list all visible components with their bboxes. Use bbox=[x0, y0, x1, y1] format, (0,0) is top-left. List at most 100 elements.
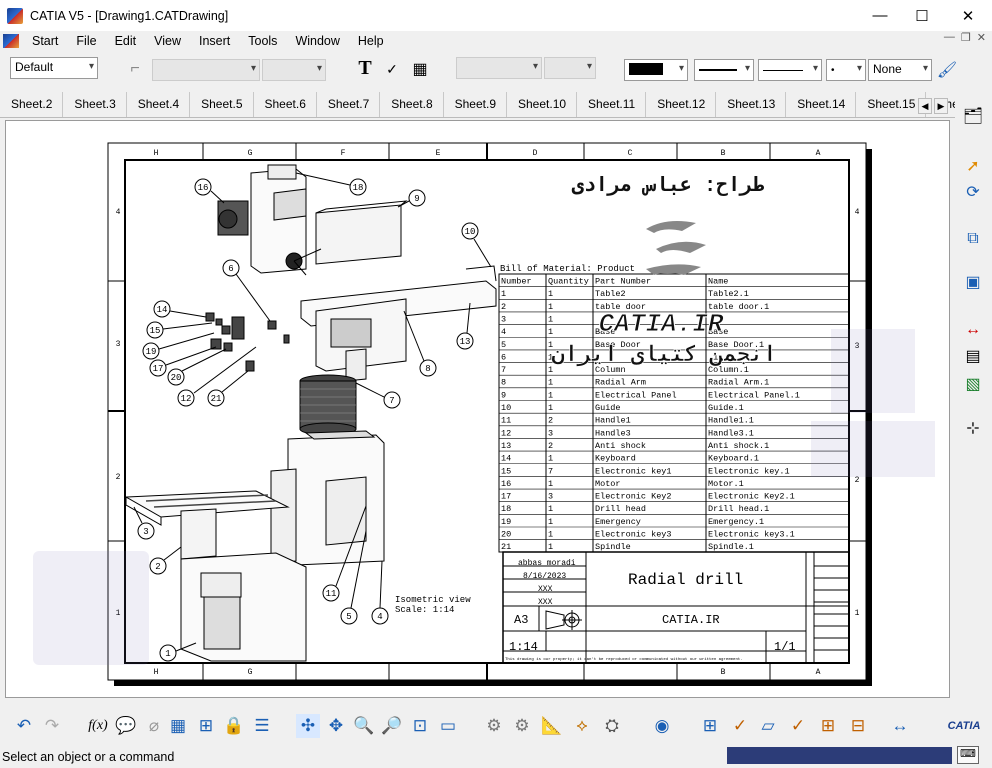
swap-icon[interactable]: ◉ bbox=[650, 714, 674, 738]
bom-cell: 13 bbox=[501, 441, 511, 451]
font-name-combo[interactable]: ▾ bbox=[152, 59, 260, 81]
tab-sheet-15[interactable]: Sheet.15 bbox=[856, 92, 927, 117]
text-properties-icon[interactable]: ✓ bbox=[381, 58, 403, 80]
tab-sheet-4[interactable]: Sheet.4 bbox=[127, 92, 191, 117]
tab-sheet-14[interactable]: Sheet.14 bbox=[786, 92, 857, 117]
style-combo[interactable]: Default ▾ bbox=[10, 57, 98, 79]
table-grid-icon[interactable]: ▦ bbox=[409, 58, 431, 80]
text-icon[interactable]: T bbox=[354, 57, 376, 79]
mdi-close-icon[interactable]: ✕ bbox=[977, 31, 986, 44]
document-icon[interactable] bbox=[3, 34, 19, 48]
minimize-button[interactable]: — bbox=[857, 0, 903, 31]
dimension-settings-icon[interactable]: ⚙ bbox=[482, 714, 506, 738]
dimension-system-icon[interactable]: ⊞ bbox=[816, 714, 840, 738]
fit-all-icon[interactable]: ✣ bbox=[296, 714, 320, 738]
zoom-area-icon[interactable]: ⊡ bbox=[408, 714, 432, 738]
tab-sheet-2[interactable]: Sheet.2 bbox=[0, 92, 64, 117]
grid-icon[interactable]: ⊞ bbox=[698, 714, 722, 738]
constraint-icon[interactable]: ✓ bbox=[786, 714, 810, 738]
pattern-combo[interactable]: None ▾ bbox=[868, 59, 932, 81]
measure-icon[interactable]: ⌀ bbox=[142, 714, 166, 738]
tab-sheet-3[interactable]: Sheet.3 bbox=[63, 92, 127, 117]
color-combo[interactable]: ▾ bbox=[624, 59, 688, 81]
update-icon[interactable]: ⟳ bbox=[961, 180, 985, 204]
tb-checked: XXX bbox=[538, 585, 553, 594]
border-label-bottom-a: A bbox=[816, 668, 821, 677]
dress-up-icon[interactable]: ▧ bbox=[961, 372, 985, 396]
menu-insert[interactable]: Insert bbox=[190, 34, 239, 48]
menu-start[interactable]: Start bbox=[23, 34, 67, 48]
tab-sheet-8[interactable]: Sheet.8 bbox=[380, 92, 444, 117]
format-painter-icon[interactable]: 🖌 bbox=[936, 59, 958, 81]
bom-cell: 17 bbox=[501, 492, 511, 502]
tab-sheet-13[interactable]: Sheet.13 bbox=[716, 92, 787, 117]
snap-icon[interactable]: ✓ bbox=[728, 714, 752, 738]
bom-cell: Radial Arm bbox=[595, 378, 646, 388]
zoom-out-icon[interactable]: 🔎 bbox=[380, 714, 404, 738]
pan-icon[interactable]: ✥ bbox=[324, 714, 348, 738]
product-icon[interactable]: ⛭ bbox=[600, 714, 624, 738]
power-input-icon[interactable]: ⌨ bbox=[957, 746, 979, 764]
tab-sheet-10[interactable]: Sheet.10 bbox=[507, 92, 578, 117]
point-style-combo[interactable]: • ▾ bbox=[826, 59, 866, 81]
list-icon[interactable]: ☰ bbox=[250, 714, 274, 738]
tab-sheet-9[interactable]: Sheet.9 bbox=[444, 92, 507, 117]
font-size-combo[interactable]: ▾ bbox=[262, 59, 326, 81]
new-sheet-icon[interactable]: ▣ bbox=[961, 270, 985, 294]
axis-system-icon[interactable]: ⊹ bbox=[961, 416, 985, 440]
svg-text:16: 16 bbox=[198, 183, 209, 193]
bom-cell: Handle1 bbox=[595, 416, 631, 426]
catia-app-icon[interactable] bbox=[7, 7, 23, 24]
thickness-combo[interactable]: ▾ bbox=[758, 59, 822, 81]
table-icon[interactable]: ▦ bbox=[166, 714, 190, 738]
zoom-in-icon[interactable]: 🔍 bbox=[352, 714, 376, 738]
redo-icon[interactable]: ↷ bbox=[40, 714, 64, 738]
dimension-icon[interactable]: ↔ bbox=[961, 318, 985, 342]
undo-icon[interactable]: ↶ bbox=[12, 714, 36, 738]
normal-view-icon[interactable]: ▭ bbox=[436, 714, 460, 738]
close-button[interactable]: ✕ bbox=[945, 0, 991, 31]
menu-view[interactable]: View bbox=[145, 34, 190, 48]
tree-icon[interactable]: ⊞ bbox=[194, 714, 218, 738]
command-input[interactable] bbox=[727, 747, 952, 764]
menu-help[interactable]: Help bbox=[349, 34, 393, 48]
bom-cell: Guide.1 bbox=[708, 403, 744, 413]
menu-edit[interactable]: Edit bbox=[106, 34, 146, 48]
tb-sheet: 1/1 bbox=[774, 640, 796, 654]
menu-window[interactable]: Window bbox=[286, 34, 348, 48]
tab-sheet-6[interactable]: Sheet.6 bbox=[254, 92, 317, 117]
drawing-canvas[interactable]: H G F E D C B A H G B A 4 3 2 1 4 3 2 1 bbox=[5, 120, 950, 698]
ruler-icon[interactable]: 📐 bbox=[540, 714, 564, 738]
construction-icon[interactable]: ▱ bbox=[756, 714, 780, 738]
tab-sheet-12[interactable]: Sheet.12 bbox=[646, 92, 717, 117]
lock-icon[interactable]: 🔒 bbox=[222, 714, 246, 738]
frame-combo[interactable]: ▾ bbox=[544, 57, 596, 79]
select-arrow-icon[interactable]: ➚ bbox=[961, 154, 985, 178]
tab-scroll-right-icon[interactable]: ▶ bbox=[934, 98, 948, 114]
linetype-combo[interactable]: ▾ bbox=[694, 59, 754, 81]
tab-scroll-left-icon[interactable]: ◀ bbox=[918, 98, 932, 114]
bom-cell: 1 bbox=[548, 302, 553, 312]
analysis-display-icon[interactable]: ⊟ bbox=[846, 714, 870, 738]
maximize-button[interactable]: ☐ bbox=[899, 0, 945, 31]
comment-icon[interactable]: 💬 bbox=[114, 714, 138, 738]
formula-icon[interactable]: f(x) bbox=[86, 714, 110, 738]
analysis-icon[interactable]: ⟡ bbox=[570, 714, 594, 738]
drawing-workbench-icon[interactable]: 🗂 bbox=[961, 104, 985, 128]
color-swatch bbox=[629, 63, 663, 75]
annotation-icon[interactable]: ▤ bbox=[961, 344, 985, 368]
border-label-top-d: D bbox=[533, 149, 538, 158]
anchor-combo[interactable]: ▾ bbox=[456, 57, 542, 79]
tab-sheet-11[interactable]: Sheet.11 bbox=[577, 92, 647, 117]
width-icon[interactable]: ↔ bbox=[888, 714, 912, 738]
generative-icon[interactable]: ⚙ bbox=[510, 714, 534, 738]
views-icon[interactable]: ⧉ bbox=[961, 227, 985, 251]
bom-header-cell: Name bbox=[708, 277, 728, 287]
menu-tools[interactable]: Tools bbox=[239, 34, 286, 48]
dimension-style-icon[interactable]: ⌐ bbox=[124, 58, 146, 80]
menu-file[interactable]: File bbox=[67, 34, 105, 48]
tab-sheet-5[interactable]: Sheet.5 bbox=[190, 92, 254, 117]
mdi-restore-icon[interactable]: ❐ bbox=[961, 31, 971, 44]
tab-sheet-7[interactable]: Sheet.7 bbox=[317, 92, 381, 117]
mdi-minimize-icon[interactable]: — bbox=[944, 31, 955, 44]
